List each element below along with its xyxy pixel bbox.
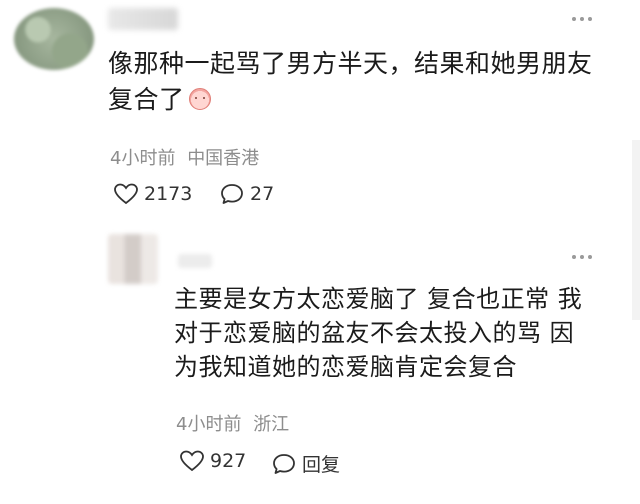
heart-icon	[114, 183, 138, 205]
reply-time: 4小时前	[176, 414, 242, 435]
reply-line: 为我知道她的恋爱脑肯定会复合	[174, 353, 517, 381]
reply-text: 主要是女方太恋爱脑了 复合也正常 我 对于恋爱脑的盆友不会太投入的骂 因 为我知…	[174, 282, 582, 384]
comment-meta: 4小时前 中国香港	[110, 144, 259, 170]
reply-count: 27	[250, 183, 275, 205]
reply-line: 主要是女方太恋爱脑了 复合也正常 我	[174, 285, 583, 313]
scrollbar[interactable]	[632, 140, 640, 320]
reply-line: 对于恋爱脑的盆友不会太投入的骂 因	[174, 319, 575, 347]
username-blurred[interactable]	[108, 8, 178, 30]
reply-username-blurred[interactable]	[178, 254, 212, 268]
reply-label: 回复	[302, 454, 341, 476]
more-dots-icon	[572, 17, 576, 21]
emoji-icon	[188, 88, 211, 110]
more-dots-icon	[572, 255, 576, 259]
comment-bubble-icon	[273, 453, 295, 474]
reply-button[interactable]: 回复	[272, 450, 340, 477]
reply-location: 浙江	[253, 414, 290, 435]
comment-line: 复合了	[108, 82, 593, 118]
comment-line: 像那种一起骂了男方半天，结果和她男朋友	[108, 49, 593, 78]
like-button[interactable]: 2173	[114, 183, 192, 205]
reply-count-button[interactable]: 27	[220, 183, 274, 205]
reply-avatar[interactable]	[108, 234, 158, 284]
reply-meta: 4小时前 浙江	[176, 410, 289, 436]
heart-icon	[180, 450, 204, 472]
avatar[interactable]	[14, 8, 94, 70]
like-count: 2173	[144, 183, 193, 205]
reply-like-button[interactable]: 927	[180, 450, 246, 472]
more-options-button[interactable]	[568, 12, 596, 26]
reply-more-options-button[interactable]	[568, 250, 596, 264]
comment-time: 4小时前	[110, 148, 176, 169]
comment-text: 像那种一起骂了男方半天，结果和她男朋友 复合了	[108, 46, 593, 118]
comment-location: 中国香港	[187, 148, 260, 169]
comment-bubble-icon	[221, 184, 243, 204]
reply-like-count: 927	[210, 450, 247, 472]
